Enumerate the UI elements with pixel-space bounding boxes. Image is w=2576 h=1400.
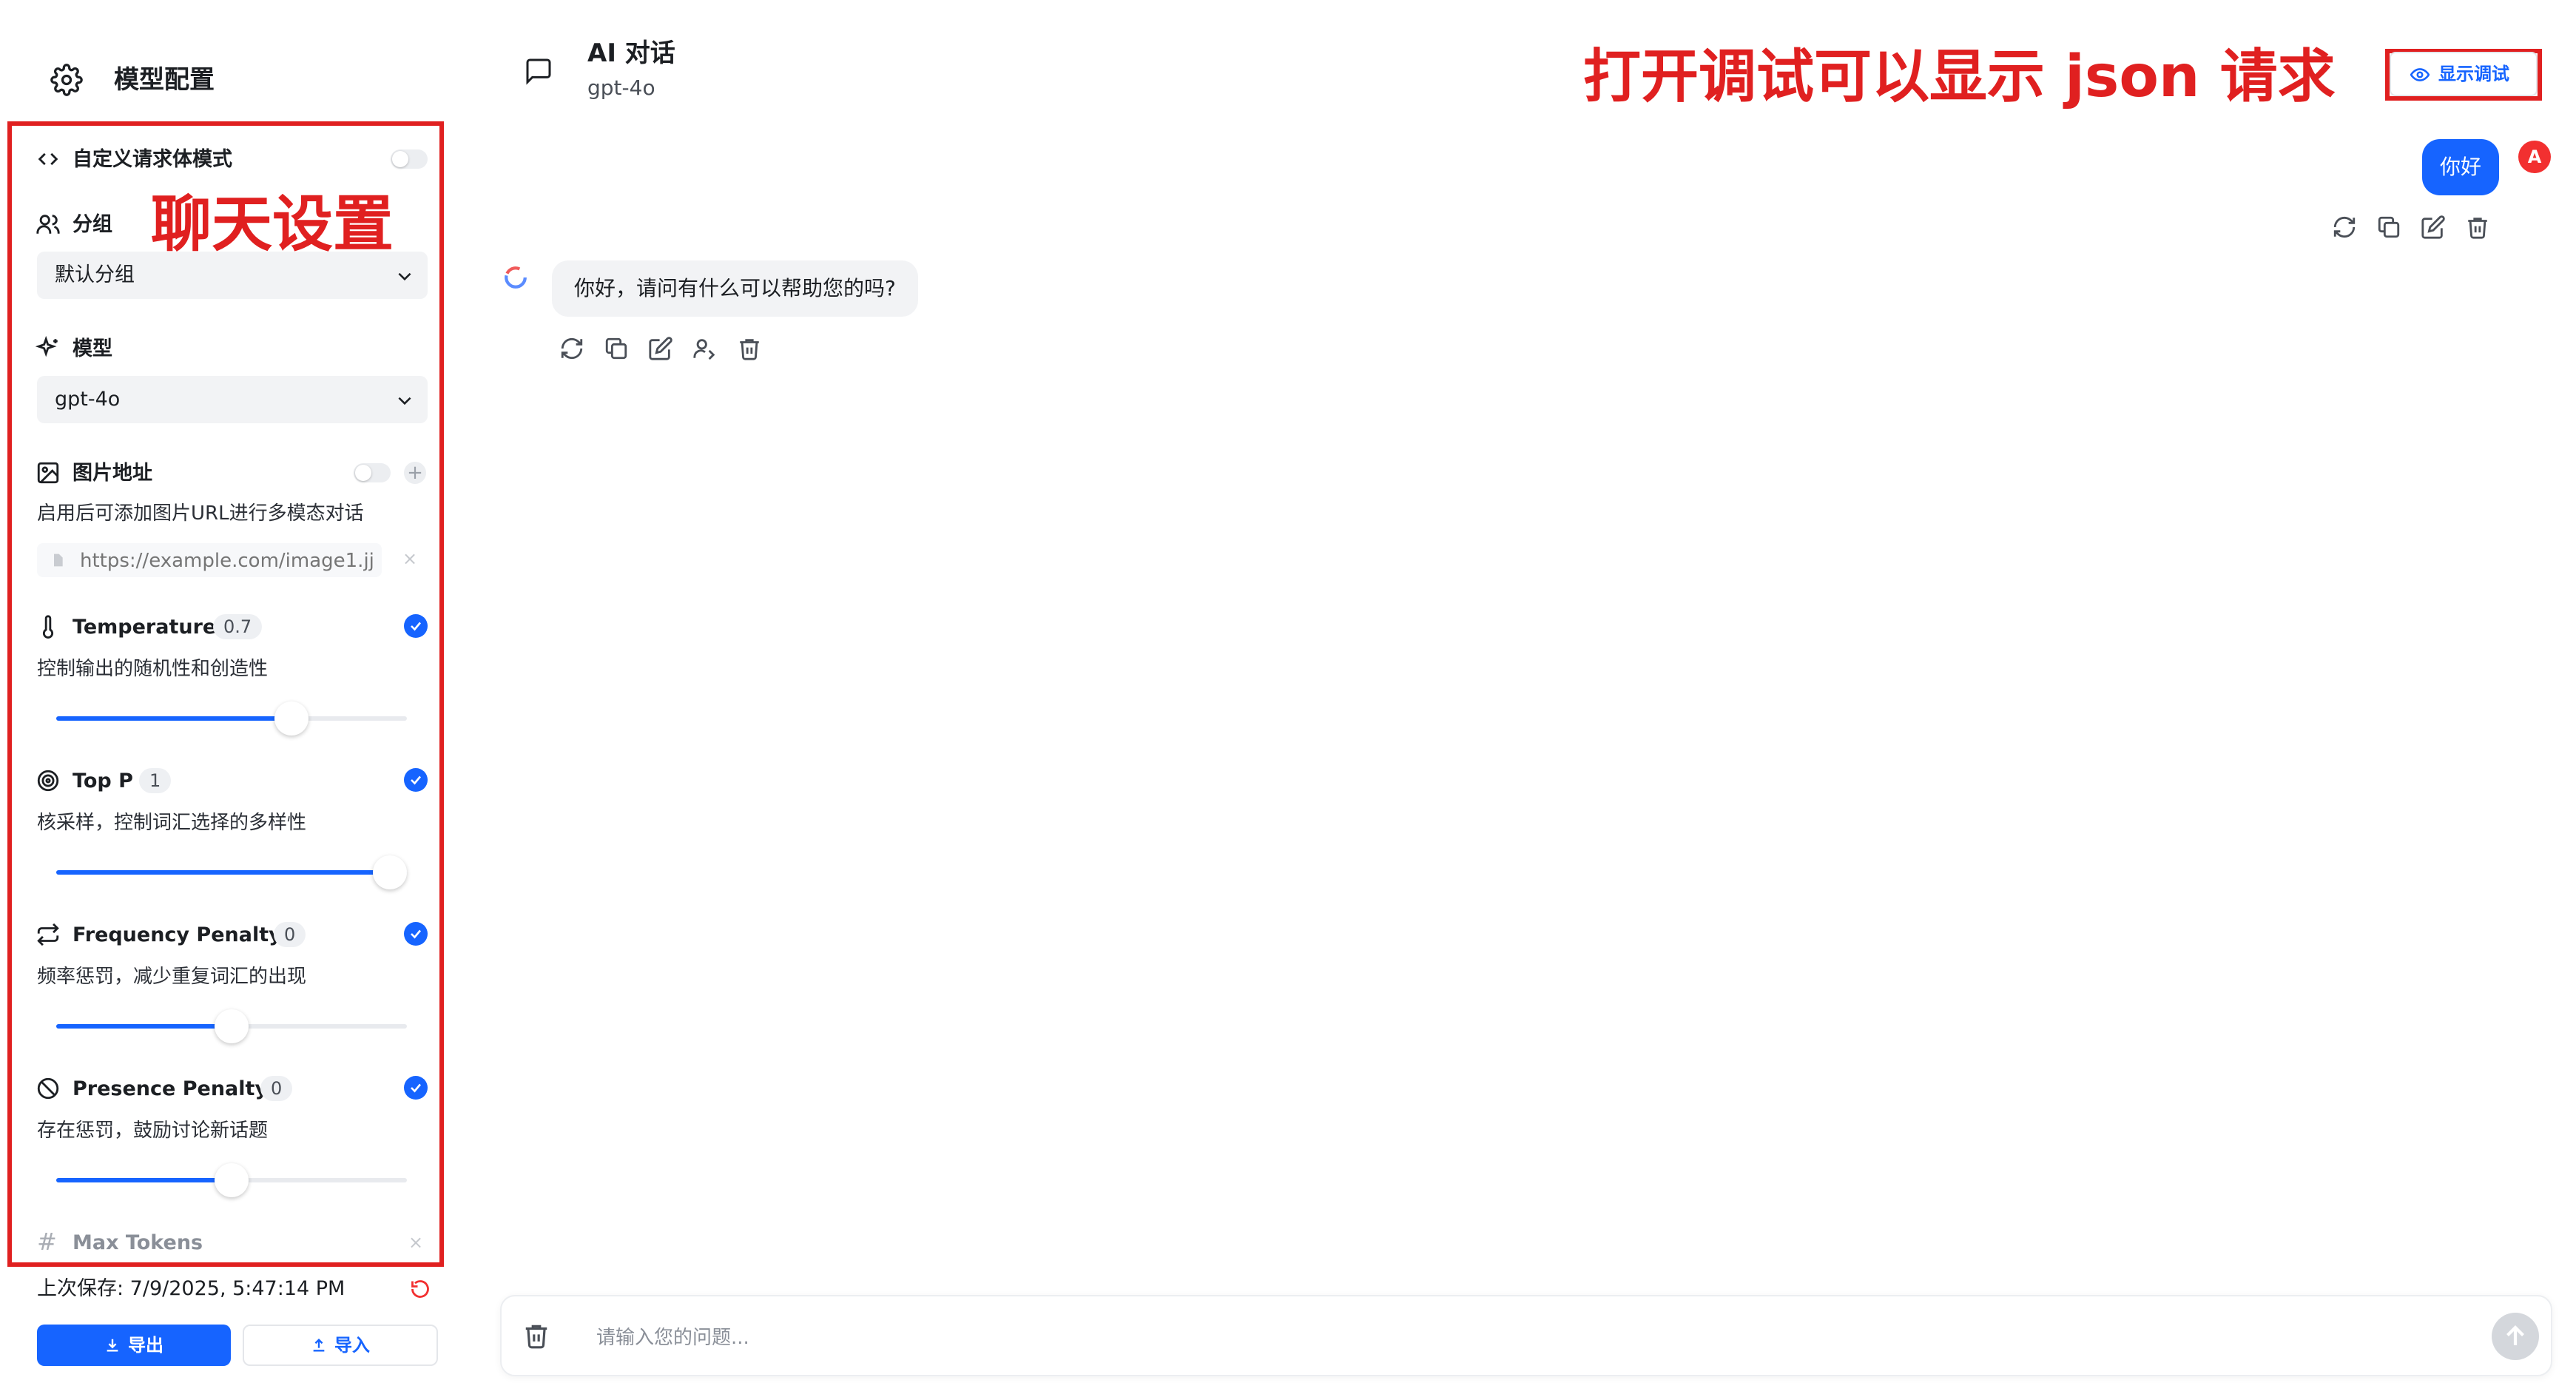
eye-icon (2410, 68, 2430, 81)
top-p-slider[interactable] (56, 855, 407, 889)
remove-image-url-icon[interactable]: × (402, 548, 417, 570)
arrow-up-icon (2506, 1325, 2524, 1345)
top-p-enable-checkbox[interactable] (404, 768, 428, 792)
model-select[interactable]: gpt-4o (37, 376, 428, 423)
check-icon (411, 622, 422, 631)
import-button[interactable]: 导入 (243, 1325, 438, 1366)
frequency-penalty-label: Frequency Penalty (73, 923, 282, 946)
temperature-enable-checkbox[interactable] (404, 614, 428, 638)
upload-icon (313, 1338, 325, 1352)
show-debug-label: 显示调试 (2438, 64, 2509, 84)
presence-penalty-label: Presence Penalty (73, 1077, 269, 1100)
group-label: 分组 (73, 213, 112, 236)
frequency-penalty-slider-handle[interactable] (215, 1009, 249, 1043)
edit-icon[interactable] (648, 336, 673, 361)
temperature-label: Temperature (73, 616, 217, 639)
frequency-penalty-description: 频率惩罚，减少重复词汇的出现 (37, 966, 307, 988)
presence-penalty-enable-checkbox[interactable] (404, 1076, 428, 1100)
chat-input[interactable] (595, 1319, 2373, 1357)
export-button-label: 导出 (128, 1335, 163, 1356)
temperature-slider-handle[interactable] (274, 701, 308, 736)
image-icon (37, 462, 59, 484)
reset-icon[interactable] (410, 1279, 431, 1299)
hash-icon: # (37, 1228, 57, 1256)
assistant-message-bubble: 你好，请问有什么可以帮助您的吗? (552, 260, 918, 317)
temperature-description: 控制输出的随机性和创造性 (37, 658, 269, 680)
switch-role-icon[interactable] (692, 336, 718, 361)
add-image-url-button[interactable]: + (404, 462, 426, 484)
model-label: 模型 (73, 337, 112, 360)
frequency-penalty-enable-checkbox[interactable] (404, 922, 428, 946)
presence-penalty-slider[interactable] (56, 1163, 407, 1197)
custom-body-mode-toggle[interactable] (391, 149, 428, 169)
chat-input-bar (500, 1295, 2552, 1376)
frequency-penalty-slider[interactable] (56, 1009, 407, 1043)
image-url-input[interactable] (78, 548, 377, 574)
edit-icon[interactable] (2421, 215, 2446, 240)
plus-icon: + (407, 462, 423, 484)
code-icon (38, 152, 58, 166)
regenerate-icon[interactable] (2332, 215, 2357, 240)
users-icon (36, 215, 60, 234)
frequency-penalty-value-badge: 0 (274, 922, 306, 947)
image-url-description: 启用后可添加图片URL进行多模态对话 (37, 502, 364, 525)
sparkles-icon (36, 336, 58, 357)
last-saved-text: 上次保存: 7/9/2025, 5:47:14 PM (37, 1277, 345, 1300)
top-p-description: 核采样，控制词汇选择的多样性 (37, 812, 307, 834)
presence-penalty-slider-fill (56, 1178, 232, 1182)
sidebar-title: 模型配置 (114, 65, 215, 95)
top-p-slider-fill (56, 870, 407, 875)
group-select-value: 默认分组 (55, 263, 135, 286)
temperature-value-badge: 0.7 (213, 614, 263, 639)
top-p-value-badge: 1 (139, 768, 172, 793)
user-message-bubble: 你好 (2422, 139, 2499, 195)
send-button[interactable] (2492, 1313, 2539, 1360)
max-tokens-clear-icon[interactable]: × (408, 1231, 423, 1253)
group-select[interactable]: 默认分组 (37, 252, 428, 299)
import-button-label: 导入 (334, 1335, 370, 1356)
presence-penalty-slider-handle[interactable] (215, 1163, 249, 1197)
clear-chat-trash-icon[interactable] (522, 1322, 550, 1350)
chat-model-name: gpt-4o (587, 75, 655, 100)
chevron-down-icon (398, 272, 411, 281)
check-icon (411, 1083, 422, 1093)
frequency-penalty-slider-fill (56, 1024, 232, 1029)
target-icon (37, 770, 59, 792)
check-icon (411, 775, 422, 785)
debug-annotation: 打开调试可以显示 json 请求 (1583, 44, 2336, 110)
top-p-label: Top P (73, 770, 133, 792)
gear-icon[interactable] (50, 64, 83, 96)
ban-icon (37, 1077, 59, 1100)
repeat-icon (37, 923, 59, 946)
show-debug-button[interactable]: 显示调试 (2390, 52, 2538, 96)
user-avatar[interactable]: A (2518, 141, 2551, 173)
chevron-down-icon (398, 397, 411, 405)
trash-icon[interactable] (2465, 215, 2490, 240)
image-url-toggle[interactable] (354, 463, 391, 482)
thermometer-icon (42, 615, 54, 639)
max-tokens-label: Max Tokens (73, 1231, 203, 1254)
download-icon (107, 1339, 118, 1352)
image-url-label: 图片地址 (73, 462, 152, 485)
assistant-logo-icon (505, 266, 527, 289)
sidebar-annotation: 聊天设置 (151, 189, 394, 260)
model-select-value: gpt-4o (55, 388, 121, 411)
message-square-icon (526, 58, 551, 85)
check-icon (411, 929, 422, 939)
copy-icon[interactable] (604, 336, 629, 361)
regenerate-icon[interactable] (559, 336, 584, 361)
presence-penalty-value-badge: 0 (260, 1076, 293, 1101)
image-url-field (37, 543, 382, 577)
file-icon (54, 553, 63, 567)
presence-penalty-description: 存在惩罚，鼓励讨论新话题 (37, 1120, 269, 1142)
chat-title: AI 对话 (587, 38, 675, 68)
copy-icon[interactable] (2376, 215, 2401, 240)
temperature-slider-fill (56, 716, 291, 721)
top-p-slider-handle[interactable] (373, 855, 407, 889)
custom-body-mode-label: 自定义请求体模式 (73, 148, 232, 171)
export-button[interactable]: 导出 (37, 1325, 231, 1366)
trash-icon[interactable] (737, 336, 762, 361)
temperature-slider[interactable] (56, 701, 407, 736)
